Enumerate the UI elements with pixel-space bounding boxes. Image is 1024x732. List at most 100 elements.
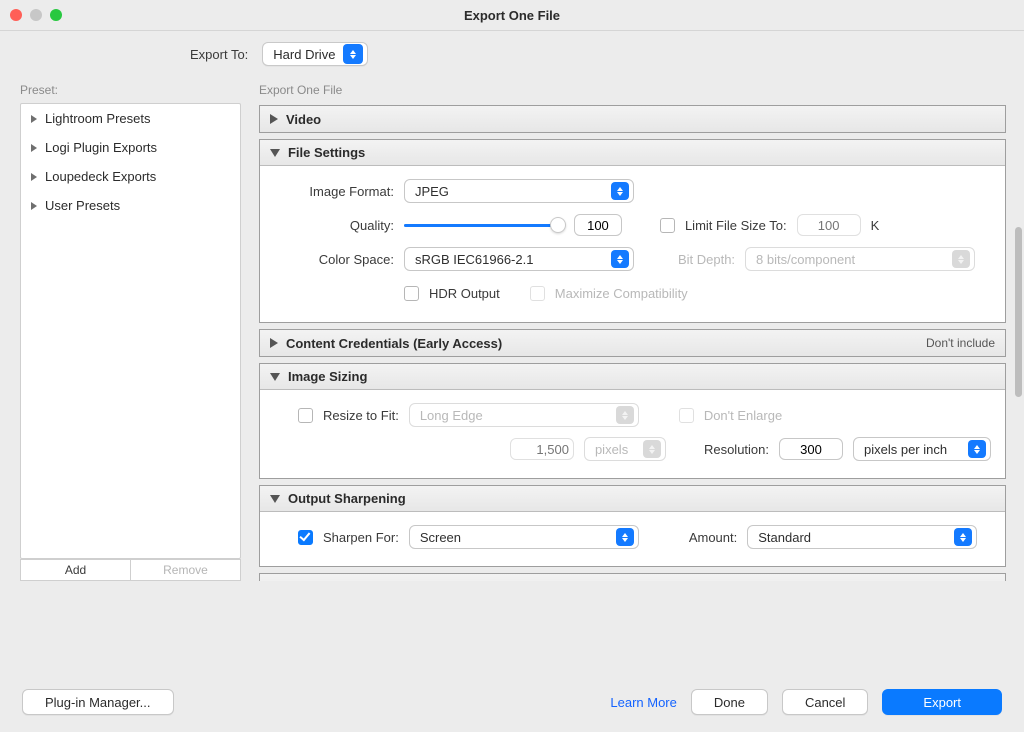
disclosure-triangle-icon [270,373,280,381]
sharpen-for-select[interactable]: Screen [409,525,639,549]
resolution-input[interactable] [779,438,843,460]
hdr-output-checkbox[interactable] [404,286,419,301]
color-space-label: Color Space: [274,252,394,267]
panel-header-video[interactable]: Video [260,106,1005,132]
panel-title: Video [286,112,321,127]
close-window-button[interactable] [10,9,22,21]
bit-depth-label: Bit Depth: [678,252,735,267]
sharpen-amount-select[interactable]: Standard [747,525,977,549]
image-format-value: JPEG [415,184,603,199]
panel-content-credentials: Content Credentials (Early Access) Don't… [259,329,1006,357]
add-preset-button[interactable]: Add [20,559,130,581]
image-format-select[interactable]: JPEG [404,179,634,203]
cancel-button[interactable]: Cancel [782,689,868,715]
limit-filesize-input[interactable] [797,214,861,236]
panel-title: Content Credentials (Early Access) [286,336,502,351]
plugin-manager-button[interactable]: Plug-in Manager... [22,689,174,715]
scrollbar[interactable] [1015,227,1022,397]
export-to-bar: Export To: Hard Drive [0,31,1024,77]
bit-depth-value: 8 bits/component [756,252,944,267]
disclosure-triangle-icon [270,495,280,503]
updown-icon [968,440,986,458]
disclosure-triangle-icon [270,338,278,348]
resolution-label: Resolution: [704,442,769,457]
resize-label: Resize to Fit: [323,408,399,423]
dont-enlarge-checkbox [679,408,694,423]
preset-buttons: Add Remove [20,559,241,581]
resize-mode-value: Long Edge [420,408,608,423]
updown-icon [954,528,972,546]
preset-item-label: Logi Plugin Exports [45,140,157,155]
preset-list[interactable]: Lightroom Presets Logi Plugin Exports Lo… [20,103,241,559]
panel-title: Image Sizing [288,369,367,384]
settings-main: Export One File Video File Settings Imag… [247,77,1024,581]
done-button[interactable]: Done [691,689,768,715]
export-button[interactable]: Export [882,689,1002,715]
quality-label: Quality: [274,218,394,233]
resize-checkbox[interactable] [298,408,313,423]
limit-filesize-unit: K [871,218,880,233]
panel-file-settings: File Settings Image Format: JPEG Quality… [259,139,1006,323]
window-controls [10,9,62,21]
panel-video: Video [259,105,1006,133]
resolution-unit-select[interactable]: pixels per inch [853,437,991,461]
preset-item-logi[interactable]: Logi Plugin Exports [21,133,240,162]
preset-heading: Preset: [0,77,247,103]
chevron-right-icon [31,173,37,181]
export-to-value: Hard Drive [273,47,335,62]
hdr-output-label: HDR Output [429,286,500,301]
panel-header-content-credentials[interactable]: Content Credentials (Early Access) Don't… [260,330,1005,356]
color-space-select[interactable]: sRGB IEC61966-2.1 [404,247,634,271]
slider-thumb[interactable] [550,217,566,233]
resolution-unit-value: pixels per inch [864,442,960,457]
limit-filesize-checkbox[interactable] [660,218,675,233]
sharpen-amount-value: Standard [758,530,946,545]
sharpen-for-label: Sharpen For: [323,530,399,545]
dimension-input [510,438,574,460]
titlebar: Export One File [0,0,1024,30]
content-credentials-value: Don't include [926,336,995,350]
sharpen-checkbox[interactable] [298,530,313,545]
panel-header-metadata[interactable]: Metadata [260,574,1005,581]
learn-more-link[interactable]: Learn More [610,695,676,710]
dimension-unit-select: pixels [584,437,666,461]
color-space-value: sRGB IEC61966-2.1 [415,252,603,267]
zoom-window-button[interactable] [50,9,62,21]
panel-title: Output Sharpening [288,491,406,506]
max-compat-checkbox [530,286,545,301]
preset-item-user[interactable]: User Presets [21,191,240,220]
preset-item-loupedeck[interactable]: Loupedeck Exports [21,162,240,191]
remove-preset-button[interactable]: Remove [130,559,241,581]
window-title: Export One File [0,8,1024,23]
chevron-right-icon [31,202,37,210]
updown-icon [611,250,629,268]
updown-icon [616,406,634,424]
preset-item-label: User Presets [45,198,120,213]
sharpen-amount-label: Amount: [689,530,737,545]
limit-filesize-label: Limit File Size To: [685,218,787,233]
quality-slider[interactable] [404,216,564,234]
panel-output-sharpening: Output Sharpening Sharpen For: Screen Am… [259,485,1006,567]
updown-icon [611,182,629,200]
sharpen-for-value: Screen [420,530,608,545]
max-compat-label: Maximize Compatibility [555,286,688,301]
preset-item-lightroom[interactable]: Lightroom Presets [21,104,240,133]
panel-header-file-settings[interactable]: File Settings [260,140,1005,166]
panel-title: File Settings [288,145,365,160]
disclosure-triangle-icon [270,149,280,157]
updown-icon [343,44,363,64]
dont-enlarge-label: Don't Enlarge [704,408,782,423]
preset-item-label: Loupedeck Exports [45,169,156,184]
export-to-label: Export To: [190,47,248,62]
panels-scroll[interactable]: Video File Settings Image Format: JPEG [259,105,1006,581]
updown-icon [616,528,634,546]
main-heading: Export One File [259,77,1006,105]
panel-image-sizing: Image Sizing Resize to Fit: Long Edge Do [259,363,1006,479]
panel-header-image-sizing[interactable]: Image Sizing [260,364,1005,390]
panel-header-output-sharpening[interactable]: Output Sharpening [260,486,1005,512]
updown-icon [952,250,970,268]
minimize-window-button[interactable] [30,9,42,21]
panel-title: Metadata [288,580,344,582]
export-to-select[interactable]: Hard Drive [262,42,368,66]
quality-input[interactable] [574,214,622,236]
